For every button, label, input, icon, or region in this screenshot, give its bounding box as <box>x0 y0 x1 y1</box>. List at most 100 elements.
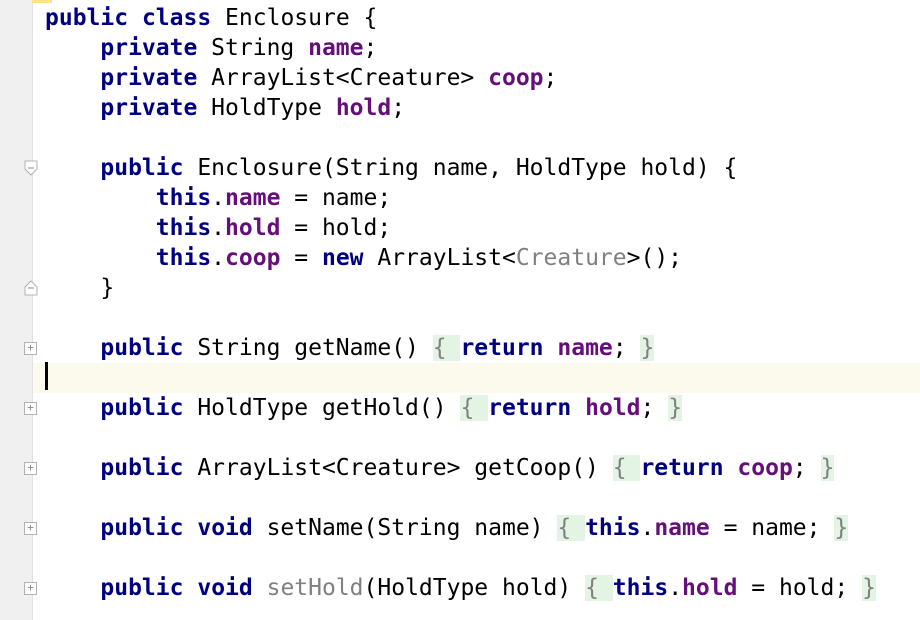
expand-fold-icon[interactable]: + <box>24 522 37 535</box>
keyword-token: private <box>100 35 198 61</box>
keyword-token: this <box>155 185 212 211</box>
keyword-token: public <box>100 395 184 421</box>
code-line[interactable] <box>33 123 920 153</box>
field-token: hold <box>682 575 738 601</box>
expand-fold-icon[interactable]: + <box>24 462 37 475</box>
keyword-token: public <box>100 575 184 601</box>
code-token: = name; <box>280 185 392 211</box>
collapse-fold-icon[interactable] <box>24 160 38 176</box>
code-token: HoldType getHold() <box>183 395 461 421</box>
code-token: setName(String name) <box>252 515 558 541</box>
keyword-token: new <box>321 245 364 271</box>
keyword-token: class <box>141 5 212 31</box>
code-token: } <box>45 275 115 301</box>
code-line[interactable] <box>33 363 920 393</box>
code-line[interactable] <box>33 423 920 453</box>
expand-fold-icon[interactable]: + <box>24 402 37 415</box>
keyword-token: this <box>585 515 641 541</box>
field-token: coop <box>737 455 793 481</box>
keyword-token: this <box>155 245 212 271</box>
code-line[interactable]: public Enclosure(String name, HoldType h… <box>33 153 920 183</box>
folded-region-brace: { <box>585 575 613 601</box>
code-token: . <box>668 575 683 601</box>
keyword-token: private <box>100 95 198 121</box>
code-token: ; <box>640 395 669 421</box>
keyword-token: private <box>100 65 198 91</box>
code-token: String <box>197 35 309 61</box>
code-token: >(); <box>626 245 683 271</box>
code-line[interactable]: this.hold = hold; <box>33 213 920 243</box>
folded-region-brace: { <box>432 335 461 361</box>
keyword-token: public <box>100 335 184 361</box>
code-line[interactable]: } <box>33 273 920 303</box>
fold-end-icon[interactable] <box>24 280 38 296</box>
keyword-token: void <box>197 515 253 541</box>
code-token: = hold; <box>737 575 863 601</box>
field-token: name <box>654 515 710 541</box>
code-line[interactable]: public String getName() { return name; } <box>33 333 920 363</box>
field-token: name <box>308 35 364 61</box>
keyword-token: public <box>100 155 184 181</box>
code-line[interactable]: public ArrayList<Creature> getCoop() { r… <box>33 453 920 483</box>
code-token: ArrayList<Creature> getCoop() <box>183 455 613 481</box>
folded-region-brace: } <box>820 455 835 481</box>
code-line[interactable]: public HoldType getHold() { return hold;… <box>33 393 920 423</box>
code-line[interactable]: public void setName(String name) { this.… <box>33 513 920 543</box>
code-line[interactable] <box>33 483 920 513</box>
code-line[interactable] <box>33 543 920 573</box>
folded-region-brace: { <box>557 515 586 541</box>
folded-region-brace: } <box>640 335 655 361</box>
code-line[interactable]: private String name; <box>33 33 920 63</box>
code-line[interactable] <box>33 303 920 333</box>
code-token: = name; <box>709 515 835 541</box>
expand-fold-icon[interactable]: + <box>24 582 37 595</box>
code-token: ; <box>391 95 406 121</box>
code-line[interactable]: private ArrayList<Creature> coop; <box>33 63 920 93</box>
keyword-token: void <box>197 575 253 601</box>
field-token: hold <box>585 395 641 421</box>
keyword-token: this <box>155 215 212 241</box>
field-token: coop <box>488 65 544 91</box>
expand-fold-icon[interactable]: + <box>24 342 37 355</box>
code-editor[interactable]: public class Enclosure { private String … <box>33 0 920 620</box>
code-token: . <box>211 215 226 241</box>
keyword-token: this <box>612 575 669 601</box>
folded-region-brace: } <box>862 575 876 601</box>
keyword-token: public <box>45 5 129 31</box>
code-line[interactable]: private HoldType hold; <box>33 93 920 123</box>
code-token: . <box>211 185 226 211</box>
field-token: coop <box>225 245 281 271</box>
code-line[interactable]: this.coop = new ArrayList<Creature>(); <box>33 243 920 273</box>
code-token: ArrayList<Creature> <box>197 65 489 91</box>
keyword-token: public <box>100 515 184 541</box>
code-token: = <box>280 245 322 271</box>
code-token: = hold; <box>280 215 392 241</box>
field-token: hold <box>225 215 281 241</box>
code-token: ; <box>363 35 378 61</box>
folded-region-brace: } <box>834 515 849 541</box>
folded-region-brace: } <box>668 395 683 421</box>
code-token: ; <box>792 455 821 481</box>
code-line[interactable]: public class Enclosure { <box>33 3 920 33</box>
code-line[interactable]: this.name = name; <box>33 183 920 213</box>
code-token: (HoldType hold) <box>363 575 586 601</box>
field-token: name <box>557 335 613 361</box>
code-token: HoldType <box>197 95 336 121</box>
keyword-token: return <box>488 395 572 421</box>
code-line[interactable]: public void setHold(HoldType hold) { thi… <box>33 573 920 603</box>
